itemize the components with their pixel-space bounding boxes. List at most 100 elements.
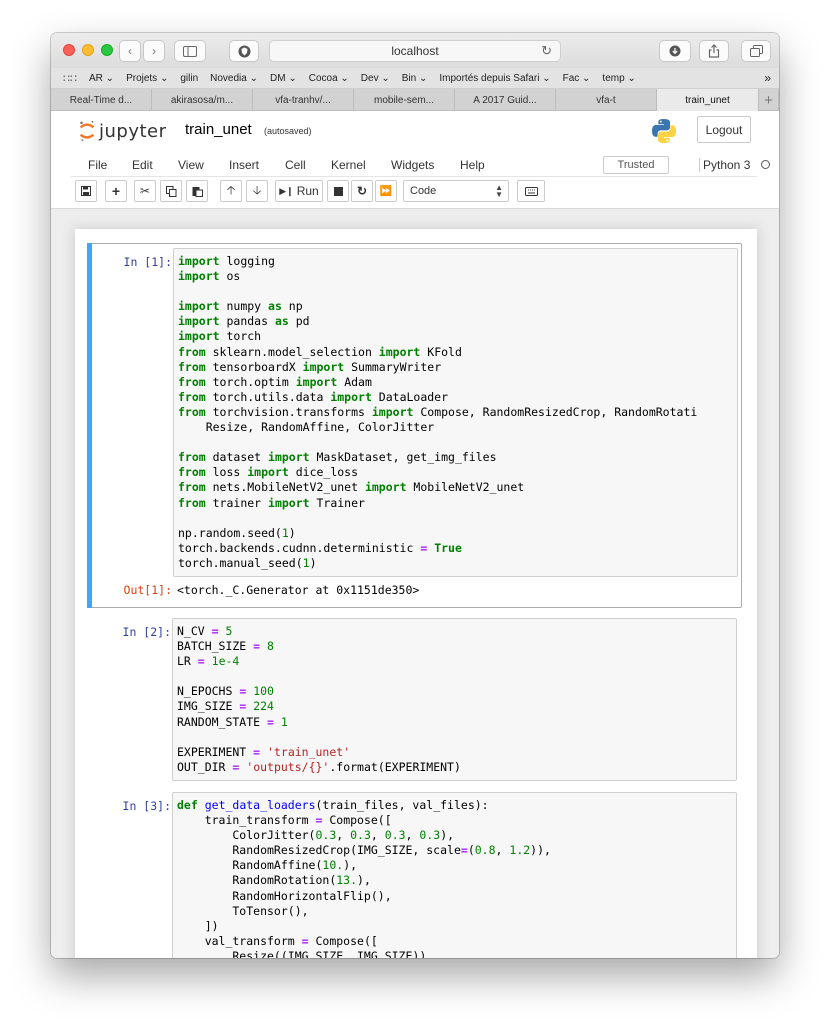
- close-window-button[interactable]: [63, 44, 75, 56]
- bookmark-cocoa[interactable]: Cocoa ⌄: [309, 73, 349, 84]
- code-input[interactable]: N_CV = 5 BATCH_SIZE = 8 LR = 1e-4 N_EPOC…: [172, 618, 737, 781]
- stop-icon: [333, 186, 343, 196]
- notebook-name[interactable]: train_unet: [185, 121, 252, 138]
- menu-widgets[interactable]: Widgets: [391, 158, 434, 172]
- bookmark-dev[interactable]: Dev ⌄: [361, 73, 390, 84]
- cut-button[interactable]: ✂: [134, 180, 156, 202]
- chevron-left-icon: ‹: [128, 44, 132, 58]
- trusted-indicator[interactable]: Trusted: [603, 156, 669, 174]
- notebook-menubar: File Edit View Insert Cell Kernel Widget…: [51, 153, 779, 209]
- sidebar-button[interactable]: [174, 40, 206, 62]
- copy-icon: [165, 185, 176, 197]
- tab-train-unet[interactable]: train_unet: [657, 89, 759, 111]
- downloads-button[interactable]: [659, 40, 691, 62]
- paste-button[interactable]: [186, 180, 208, 202]
- restart-run-all-button[interactable]: ⏩: [375, 180, 397, 202]
- command-palette-button[interactable]: [517, 180, 545, 202]
- bookmark-dm[interactable]: DM ⌄: [270, 73, 297, 84]
- kernel-status-icon: [761, 160, 770, 169]
- sidebar-icon: [183, 45, 197, 57]
- notebook-area: In [1]: import logging import os import …: [51, 209, 779, 958]
- menu-edit[interactable]: Edit: [132, 158, 153, 172]
- arrow-up-icon: 🡡: [226, 182, 236, 197]
- code-input[interactable]: import logging import os import numpy as…: [173, 248, 738, 577]
- tab-guide[interactable]: A 2017 Guid...: [455, 89, 556, 111]
- menu-file[interactable]: File: [88, 158, 107, 172]
- bookmark-imported[interactable]: Importés depuis Safari ⌄: [439, 73, 550, 84]
- menu-insert[interactable]: Insert: [229, 158, 259, 172]
- python-logo-icon: [652, 119, 676, 143]
- tab-akirasosa[interactable]: akirasosa/m...: [152, 89, 253, 111]
- jupyter-header: jupyter train_unet (autosaved) Logout: [51, 111, 779, 153]
- privacy-report-button[interactable]: [229, 40, 259, 62]
- tab-mobile-sem[interactable]: mobile-sem...: [354, 89, 455, 111]
- share-button[interactable]: [699, 40, 729, 62]
- notebook-container: In [1]: import logging import os import …: [75, 229, 757, 958]
- notebook-toolbar: + ✂ 🡡 🡣 ▶❙ Run ↻ ⏩ Code ▲ ▼: [51, 180, 779, 202]
- code-cell-3[interactable]: In [3]: def get_data_loaders(train_files…: [87, 788, 742, 958]
- show-tabs-button[interactable]: [741, 40, 771, 62]
- tab-realtime[interactable]: Real-Time d...: [51, 89, 152, 111]
- bookmark-projets[interactable]: Projets ⌄: [126, 73, 168, 84]
- tabs-overview-icon: [749, 45, 763, 57]
- jupyter-logo[interactable]: jupyter: [78, 118, 167, 144]
- bookmark-ar[interactable]: AR ⌄: [89, 73, 114, 84]
- autosave-status: (autosaved): [264, 126, 312, 136]
- bookmarks-overflow-button[interactable]: »: [764, 71, 771, 85]
- tab-vfa-t[interactable]: vfa-t: [556, 89, 657, 111]
- zoom-window-button[interactable]: [101, 44, 113, 56]
- reload-icon[interactable]: ↻: [541, 43, 552, 59]
- step-forward-icon: ▶❙: [279, 185, 294, 196]
- jupyter-logo-icon: [79, 120, 95, 142]
- title-bar: ‹ › localhost ↻: [51, 33, 779, 68]
- bookmark-gilin[interactable]: gilin: [180, 73, 198, 84]
- restart-icon: ↻: [356, 184, 368, 198]
- bookmarks-bar: ∷∷ AR ⌄ Projets ⌄ gilin Novedia ⌄ DM ⌄ C…: [51, 68, 779, 89]
- arrow-down-icon: 🡣: [252, 182, 262, 197]
- save-button[interactable]: [75, 180, 97, 202]
- interrupt-kernel-button[interactable]: [327, 180, 349, 202]
- restart-kernel-button[interactable]: ↻: [351, 180, 373, 202]
- scissors-icon: ✂: [139, 184, 151, 198]
- code-input[interactable]: def get_data_loaders(train_files, val_fi…: [172, 792, 737, 958]
- menu-view[interactable]: View: [178, 158, 204, 172]
- cell-output: <torch._C.Generator at 0x1151de350>: [177, 583, 420, 597]
- input-prompt: In [2]:: [122, 625, 171, 639]
- input-prompt: In [1]:: [123, 255, 172, 269]
- copy-button[interactable]: [160, 180, 182, 202]
- menu-kernel[interactable]: Kernel: [331, 158, 366, 172]
- menu-cell[interactable]: Cell: [285, 158, 306, 172]
- input-prompt: In [3]:: [122, 799, 171, 813]
- cell-type-select[interactable]: Code ▲ ▼: [403, 180, 509, 202]
- move-up-button[interactable]: 🡡: [220, 180, 242, 202]
- url-text: localhost: [391, 44, 439, 58]
- tab-vfa-tranhv[interactable]: vfa-tranhv/...: [253, 89, 354, 111]
- menu-row: File Edit View Insert Cell Kernel Widget…: [71, 153, 770, 177]
- new-tab-button[interactable]: +: [759, 89, 779, 111]
- chevron-right-icon: ›: [152, 44, 156, 58]
- minimize-window-button[interactable]: [82, 44, 94, 56]
- save-icon: [81, 186, 91, 196]
- run-button[interactable]: ▶❙ Run: [275, 180, 323, 202]
- insert-cell-button[interactable]: +: [105, 180, 127, 202]
- logout-button[interactable]: Logout: [697, 116, 751, 143]
- move-down-button[interactable]: 🡣: [246, 180, 268, 202]
- bookmark-novedia[interactable]: Novedia ⌄: [210, 73, 258, 84]
- back-button[interactable]: ‹: [119, 40, 141, 62]
- tab-bar: Real-Time d... akirasosa/m... vfa-tranhv…: [51, 89, 779, 111]
- forward-button[interactable]: ›: [143, 40, 165, 62]
- bookmarks-grid-icon[interactable]: ∷∷: [63, 72, 77, 85]
- address-bar[interactable]: localhost ↻: [269, 40, 561, 62]
- run-button-label: Run: [296, 184, 319, 198]
- menu-help[interactable]: Help: [460, 158, 485, 172]
- code-cell-2[interactable]: In [2]: N_CV = 5 BATCH_SIZE = 8 LR = 1e-…: [87, 614, 742, 781]
- code-cell-1[interactable]: In [1]: import logging import os import …: [87, 243, 742, 608]
- shield-icon: [238, 45, 250, 57]
- plus-icon: +: [111, 183, 121, 199]
- bookmark-bin[interactable]: Bin ⌄: [402, 73, 428, 84]
- bookmark-temp[interactable]: temp ⌄: [602, 73, 635, 84]
- select-arrows-icon: ▲ ▼: [495, 183, 503, 199]
- bookmark-fac[interactable]: Fac ⌄: [563, 73, 591, 84]
- cell-type-value: Code: [410, 185, 437, 197]
- selected-cell-indicator: [87, 243, 92, 608]
